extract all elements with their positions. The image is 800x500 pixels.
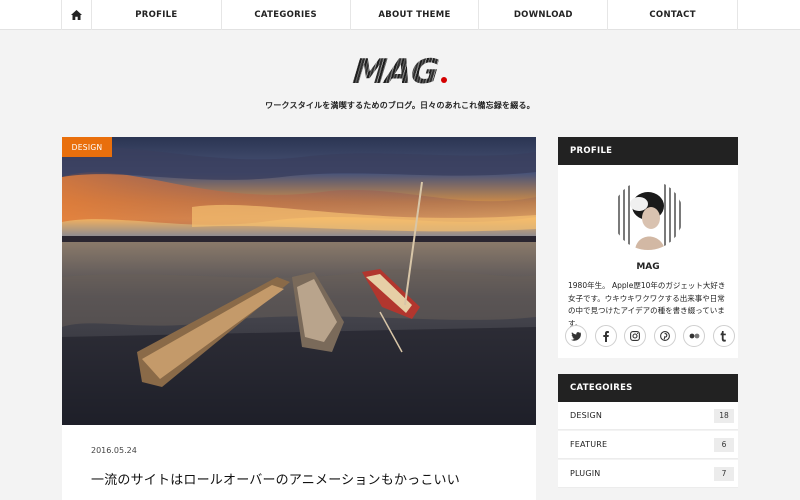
post-category-badge[interactable]: DESIGN xyxy=(62,137,112,157)
profile-widget-heading: PROFILE xyxy=(558,137,738,165)
list-item[interactable]: FEATURE 6 xyxy=(558,431,738,459)
post-date: 2016.05.24 xyxy=(91,446,137,455)
profile-widget: MAG 1980年生。 Apple歴10年のガジェット大好き女子です。ウキウキワ… xyxy=(558,165,738,358)
sunset-boats-photo xyxy=(62,137,536,425)
nav-item-contact[interactable]: CONTACT xyxy=(608,0,739,30)
instagram-icon[interactable] xyxy=(624,325,647,347)
nav-menu: PROFILE CATEGORIES ABOUT THEME DOWNLOAD … xyxy=(61,0,739,30)
logo-text: MAG xyxy=(351,52,441,92)
home-icon xyxy=(70,10,82,20)
twitter-icon[interactable] xyxy=(565,325,587,347)
category-count-badge: 7 xyxy=(714,466,734,481)
logo-dot xyxy=(440,77,447,83)
nav-item-profile[interactable]: PROFILE xyxy=(92,0,222,30)
list-item[interactable]: DESIGN 18 xyxy=(558,402,738,430)
social-links xyxy=(565,325,735,347)
category-count-badge: 6 xyxy=(714,437,734,452)
post-title[interactable]: 一流のサイトはロールオーバーのアニメーションもかっこいい xyxy=(91,469,460,488)
categories-list: DESIGN 18 FEATURE 6 PLUGIN 7 xyxy=(558,402,738,489)
tumblr-icon[interactable] xyxy=(712,325,735,347)
top-navigation: PROFILE CATEGORIES ABOUT THEME DOWNLOAD … xyxy=(0,0,800,30)
post-featured-image[interactable] xyxy=(62,137,536,425)
category-count-badge: 18 xyxy=(714,408,734,423)
category-name: DESIGN xyxy=(570,411,603,420)
list-item[interactable]: PLUGIN 7 xyxy=(558,460,738,488)
profile-name: MAG xyxy=(636,262,660,272)
post-card[interactable]: 2016.05.24 一流のサイトはロールオーバーのアニメーションもかっこいい xyxy=(62,425,536,500)
nav-home-button[interactable] xyxy=(62,0,92,30)
facebook-icon[interactable] xyxy=(594,325,617,347)
nav-item-about-theme[interactable]: ABOUT THEME xyxy=(351,0,480,30)
flickr-icon[interactable] xyxy=(683,325,706,347)
pinterest-icon[interactable] xyxy=(653,325,676,347)
site-logo[interactable]: MAG xyxy=(0,52,800,92)
site-tagline: ワークスタイルを満喫するためのブログ。日々のあれこれ備忘録を綴る。 xyxy=(265,101,535,110)
categories-widget-heading: CATEGOIRES xyxy=(558,374,738,402)
nav-item-download[interactable]: DOWNLOAD xyxy=(479,0,609,30)
category-name: FEATURE xyxy=(570,440,608,449)
profile-description: 1980年生。 Apple歴10年のガジェット大好き女子です。ウキウキワクワクす… xyxy=(568,281,726,328)
nav-item-categories[interactable]: CATEGORIES xyxy=(222,0,351,30)
avatar xyxy=(613,180,683,250)
category-name: PLUGIN xyxy=(570,469,601,478)
